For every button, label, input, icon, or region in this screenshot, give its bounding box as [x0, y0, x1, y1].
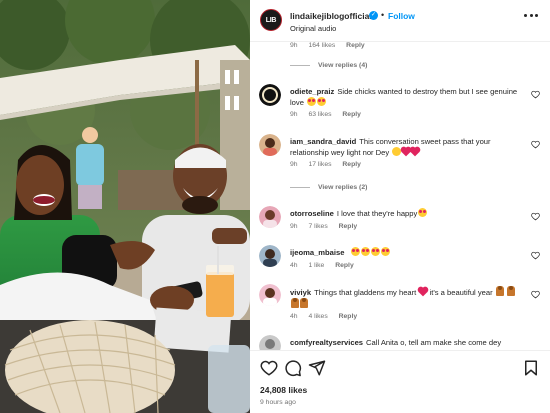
post-media[interactable]: [0, 0, 250, 413]
red-heart-emoji: [410, 147, 420, 157]
like-comment-heart-icon[interactable]: [531, 251, 540, 260]
avatar[interactable]: [259, 206, 281, 228]
share-icon[interactable]: [308, 359, 326, 377]
reply-button[interactable]: Reply: [346, 42, 365, 49]
likes-count[interactable]: 24,808 likes: [260, 385, 307, 395]
heart-eyes-emoji: [370, 247, 380, 256]
avatar[interactable]: [259, 335, 281, 350]
avatar[interactable]: [259, 84, 281, 106]
comment-meta: 4h 4 likes Reply: [290, 313, 366, 320]
comment-username[interactable]: viviyk: [290, 288, 311, 297]
comment-likes[interactable]: 1 like: [308, 262, 324, 269]
post-header: LIB lindaikejiblogofficial ✓ • Follow Or…: [250, 0, 550, 42]
reply-button[interactable]: Reply: [339, 223, 358, 230]
view-replies-button[interactable]: View replies (4): [290, 62, 367, 69]
more-icon[interactable]: [524, 14, 538, 18]
comment-text: I love that they're happy: [336, 209, 418, 218]
comment-username[interactable]: ijeoma_mbaise: [290, 248, 344, 257]
view-replies-button[interactable]: View replies (2): [290, 184, 367, 191]
avatar[interactable]: [259, 245, 281, 267]
comment-likes[interactable]: 4 likes: [308, 313, 327, 320]
comment-meta: 9h 164 likes Reply: [290, 42, 374, 49]
person-emoji: [291, 298, 299, 308]
comment-username[interactable]: iam_sandra_david: [290, 137, 356, 146]
heart-eyes-emoji: [380, 247, 390, 256]
comments-panel: LIB lindaikejiblogofficial ✓ • Follow Or…: [250, 0, 550, 413]
comment-username[interactable]: odiete_praiz: [290, 87, 334, 96]
heart-eyes-emoji: [360, 247, 370, 256]
comment-body: iam_sandra_david This conversation sweet …: [290, 136, 522, 158]
comment-body: otorroseline I love that they're happy: [290, 208, 522, 219]
comment-likes[interactable]: 17 likes: [308, 161, 331, 168]
comment-text: Call Anita o, tell am make she come dey: [366, 338, 502, 347]
heart-eyes-emoji: [418, 208, 428, 217]
avatar-image: [259, 284, 281, 306]
comment-meta: 9h 7 likes Reply: [290, 223, 366, 230]
avatar-image: [259, 134, 281, 156]
comment-time: 4h: [290, 262, 298, 269]
post-time: 9 hours ago: [260, 399, 296, 406]
comment-meta: 4h 1 like Reply: [290, 262, 363, 269]
comment-body: ijeoma_mbaise: [290, 247, 522, 258]
follow-button[interactable]: Follow: [388, 11, 415, 21]
comment-body: comfyrealtyservices Call Anita o, tell am…: [290, 337, 522, 348]
avatar-image: [259, 335, 281, 350]
like-comment-heart-icon[interactable]: [531, 140, 540, 149]
comment-likes[interactable]: 164 likes: [308, 42, 335, 49]
like-comment-heart-icon[interactable]: [531, 212, 540, 221]
brand-logo: LIB: [265, 16, 277, 24]
avatar[interactable]: [259, 284, 281, 306]
comment-time: 9h: [290, 111, 298, 118]
reply-button[interactable]: Reply: [335, 262, 354, 269]
post-photo: [0, 0, 250, 413]
avatar-image: [259, 206, 281, 228]
comment-text-continued: it's a beautiful year: [429, 288, 493, 297]
comment-time: 4h: [290, 313, 298, 320]
comment-likes[interactable]: 63 likes: [308, 111, 331, 118]
heart-eyes-emoji: [317, 97, 327, 106]
comment-text: Things that gladdens my heart: [314, 288, 417, 297]
heart-eyes-emoji: [307, 97, 317, 106]
owner-avatar[interactable]: LIB: [260, 9, 282, 31]
like-comment-heart-icon[interactable]: [531, 90, 540, 99]
avatar-image: [259, 84, 281, 106]
comment-icon[interactable]: [284, 359, 302, 377]
reply-button[interactable]: Reply: [339, 313, 358, 320]
red-heart-emoji: [418, 287, 428, 297]
owner-username[interactable]: lindaikejiblogofficial: [290, 11, 372, 21]
bookmark-icon[interactable]: [522, 359, 540, 377]
person-emoji: [506, 286, 515, 296]
comment-likes[interactable]: 7 likes: [308, 223, 327, 230]
like-comment-heart-icon[interactable]: [531, 290, 540, 299]
reply-button[interactable]: Reply: [342, 161, 361, 168]
comment-time: 9h: [290, 42, 298, 49]
comment-time: 9h: [290, 223, 298, 230]
comment-meta: 9h 17 likes Reply: [290, 161, 370, 168]
action-bar: 24,808 likes 9 hours ago: [250, 350, 550, 413]
comment-username[interactable]: otorroseline: [290, 209, 334, 218]
verified-icon: ✓: [369, 11, 378, 20]
comments-list: 9h 164 likes Reply View replies (4) odie…: [250, 42, 550, 350]
comment-username[interactable]: comfyrealtyservices: [290, 338, 363, 347]
heart-eyes-emoji: [350, 247, 360, 256]
original-audio-link[interactable]: Original audio: [290, 24, 336, 33]
comment-body: odiete_praiz Side chicks wanted to destro…: [290, 86, 522, 108]
avatar-image: [259, 245, 281, 267]
dot-separator: •: [381, 10, 385, 20]
person-emoji: [495, 286, 504, 296]
comment-body: viviyk Things that gladdens my heart it's…: [290, 286, 522, 310]
person-emoji: [300, 298, 308, 308]
heart-icon[interactable]: [260, 359, 278, 377]
comment-meta: 9h 63 likes Reply: [290, 111, 370, 118]
comment-time: 9h: [290, 161, 298, 168]
avatar[interactable]: [259, 134, 281, 156]
reply-button[interactable]: Reply: [342, 111, 361, 118]
